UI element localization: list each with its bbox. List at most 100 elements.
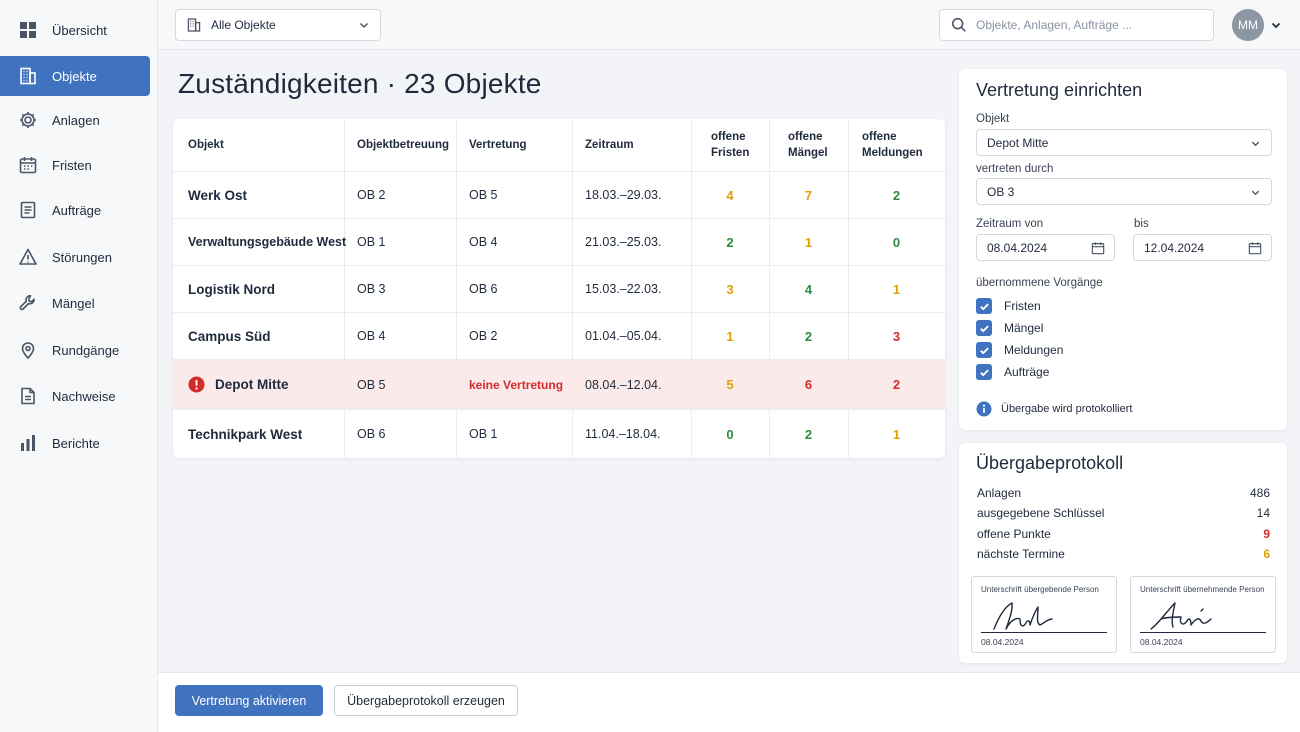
- vertreten-select-value: OB 3: [987, 184, 1015, 199]
- checkbox-checked[interactable]: [976, 298, 992, 314]
- activate-vertretung-button[interactable]: Vertretung aktivieren: [175, 685, 323, 716]
- protokoll-value: 6: [1263, 547, 1270, 561]
- cell-zeitraum: 08.04.–12.04.: [585, 377, 662, 392]
- protokoll-row: ausgegebene Schlüssel 14: [977, 506, 1270, 520]
- signature-caption: Unterschrift übergebende Person: [981, 585, 1099, 594]
- checkbox-checked[interactable]: [976, 342, 992, 358]
- von-date-input[interactable]: 08.04.2024: [976, 234, 1115, 261]
- search-input[interactable]: [976, 18, 1196, 32]
- calendar-icon[interactable]: [1248, 241, 1262, 255]
- cell-fristen: 4: [726, 187, 734, 203]
- cell-ob: OB 5: [357, 377, 386, 392]
- header-offene-maengel[interactable]: offene Mängel: [788, 119, 828, 171]
- topbar: Alle Objekte MM: [158, 0, 1300, 50]
- header-offene-fristen[interactable]: offene Fristen: [711, 119, 749, 171]
- sidebar-item-uebersicht[interactable]: Übersicht: [0, 10, 150, 50]
- signature-box-uebergebend[interactable]: Unterschrift übergebende Person 08.04.20…: [971, 576, 1117, 653]
- cell-ob: OB 2: [357, 188, 386, 202]
- sidebar-item-nachweise[interactable]: Nachweise: [0, 376, 150, 416]
- header-line: Fristen: [711, 147, 750, 159]
- calendar-icon[interactable]: [1091, 241, 1105, 255]
- signature-line: [981, 632, 1107, 633]
- object-filter-select[interactable]: Alle Objekte: [175, 9, 381, 41]
- objekt-select[interactable]: Depot Mitte: [976, 129, 1272, 156]
- checkbox-checked[interactable]: [976, 364, 992, 380]
- vertreten-label: vertreten durch: [976, 163, 1054, 175]
- sidebar-item-objekte[interactable]: Objekte: [0, 56, 150, 96]
- sidebar-item-label: Nachweise: [52, 388, 116, 404]
- cell-meldungen: 1: [892, 426, 901, 442]
- table-row[interactable]: Logistik Nord OB 3 OB 6 15.03.–22.03. 3 …: [173, 265, 945, 312]
- table-row[interactable]: Verwaltungsgebäude West OB 1 OB 4 21.03.…: [173, 218, 945, 265]
- sidebar-item-anlagen[interactable]: Anlagen: [0, 100, 150, 140]
- table-row-alert[interactable]: Depot Mitte OB 5 keine Vertretung 08.04.…: [173, 359, 945, 409]
- map-pin-icon: [21, 342, 35, 360]
- cell-objekt: Technikpark West: [188, 426, 303, 442]
- checkbox-label: Meldungen: [1004, 343, 1064, 357]
- sidebar-item-rundgaenge[interactable]: Rundgänge: [0, 330, 150, 370]
- checkbox-maengel[interactable]: Mängel: [976, 320, 1043, 336]
- header-objekt[interactable]: Objekt: [188, 119, 224, 171]
- signature-caption: Unterschrift übernehmende Person: [1140, 585, 1265, 594]
- cell-maengel: 1: [804, 234, 813, 250]
- sidebar-item-auftraege[interactable]: Aufträge: [0, 190, 150, 230]
- bis-label: bis: [1134, 218, 1149, 230]
- table-row[interactable]: Werk Ost OB 2 OB 5 18.03.–29.03. 4 7 2: [173, 171, 945, 218]
- cell-vertretung: OB 4: [469, 235, 498, 249]
- sidebar-item-berichte[interactable]: Berichte: [0, 423, 150, 463]
- cell-fristen: 1: [726, 328, 734, 344]
- sidebar: Übersicht Objekte Anlagen Fristen Aufträ…: [0, 0, 158, 732]
- header-line: offene: [862, 130, 897, 143]
- vorgaenge-label: übernommene Vorgänge: [976, 277, 1103, 289]
- cell-objekt: Depot Mitte: [215, 377, 289, 392]
- cell-vertretung: OB 6: [469, 282, 498, 296]
- header-offene-meldungen[interactable]: offene Meldungen: [862, 119, 923, 171]
- checkbox-checked[interactable]: [976, 320, 992, 336]
- page-title: Zuständigkeiten · 23 Objekte: [178, 68, 542, 99]
- bis-date-input[interactable]: 12.04.2024: [1133, 234, 1272, 261]
- checkbox-meldungen[interactable]: Meldungen: [976, 342, 1063, 358]
- cell-meldungen: 2: [892, 187, 901, 203]
- sidebar-item-label: Berichte: [52, 435, 100, 451]
- header-zeitraum[interactable]: Zeitraum: [585, 119, 634, 171]
- cell-objekt: Logistik Nord: [188, 281, 275, 297]
- protokoll-label: offene Punkte: [977, 527, 1051, 541]
- avatar[interactable]: MM: [1232, 9, 1264, 41]
- sidebar-item-stoerungen[interactable]: Störungen: [0, 237, 150, 277]
- cell-zeitraum: 01.04.–05.04.: [585, 329, 662, 343]
- protokoll-label: nächste Termine: [977, 547, 1065, 561]
- signature-line: [1140, 632, 1266, 633]
- sidebar-item-fristen[interactable]: Fristen: [0, 145, 150, 185]
- checkbox-label: Aufträge: [1004, 365, 1050, 379]
- chevron-down-icon: [1251, 141, 1260, 147]
- vertreten-select[interactable]: OB 3: [976, 178, 1272, 205]
- alert-icon: [188, 376, 205, 393]
- building-icon: [187, 18, 201, 32]
- info-text: Übergabe wird protokolliert: [1001, 403, 1133, 415]
- vertretung-title: Vertretung einrichten: [976, 80, 1143, 100]
- checkbox-fristen[interactable]: Fristen: [976, 298, 1041, 314]
- table-row[interactable]: Technikpark West OB 6 OB 1 11.04.–18.04.…: [173, 409, 945, 458]
- chevron-down-icon: [359, 22, 369, 29]
- checkbox-auftraege[interactable]: Aufträge: [976, 364, 1049, 380]
- table-row[interactable]: Campus Süd OB 4 OB 2 01.04.–05.04. 1 2 3: [173, 312, 945, 359]
- cell-meldungen: 3: [892, 328, 901, 344]
- sidebar-item-maengel[interactable]: Mängel: [0, 283, 150, 323]
- search-box[interactable]: [939, 9, 1214, 41]
- cell-maengel: 2: [804, 328, 813, 344]
- header-objektbetreuung[interactable]: Objektbetreuung: [357, 119, 449, 171]
- object-filter-value: Alle Objekte: [211, 18, 276, 32]
- wrench-icon: [19, 295, 35, 311]
- cell-vertretung: OB 1: [469, 427, 498, 441]
- cell-maengel: 2: [804, 426, 813, 442]
- search-icon: [951, 17, 966, 32]
- chevron-down-icon[interactable]: [1270, 19, 1282, 31]
- signature-box-uebernehmend[interactable]: Unterschrift übernehmende Person 08.04.2…: [1130, 576, 1276, 653]
- generate-protokoll-button[interactable]: Übergabeprotokoll erzeugen: [334, 685, 518, 716]
- cell-ob: OB 6: [357, 427, 386, 441]
- info-note: Übergabe wird protokolliert: [976, 401, 1132, 417]
- header-vertretung[interactable]: Vertretung: [469, 119, 527, 171]
- cell-meldungen: 2: [892, 377, 901, 392]
- checkbox-label: Mängel: [1004, 321, 1044, 335]
- cell-fristen: 0: [726, 426, 734, 442]
